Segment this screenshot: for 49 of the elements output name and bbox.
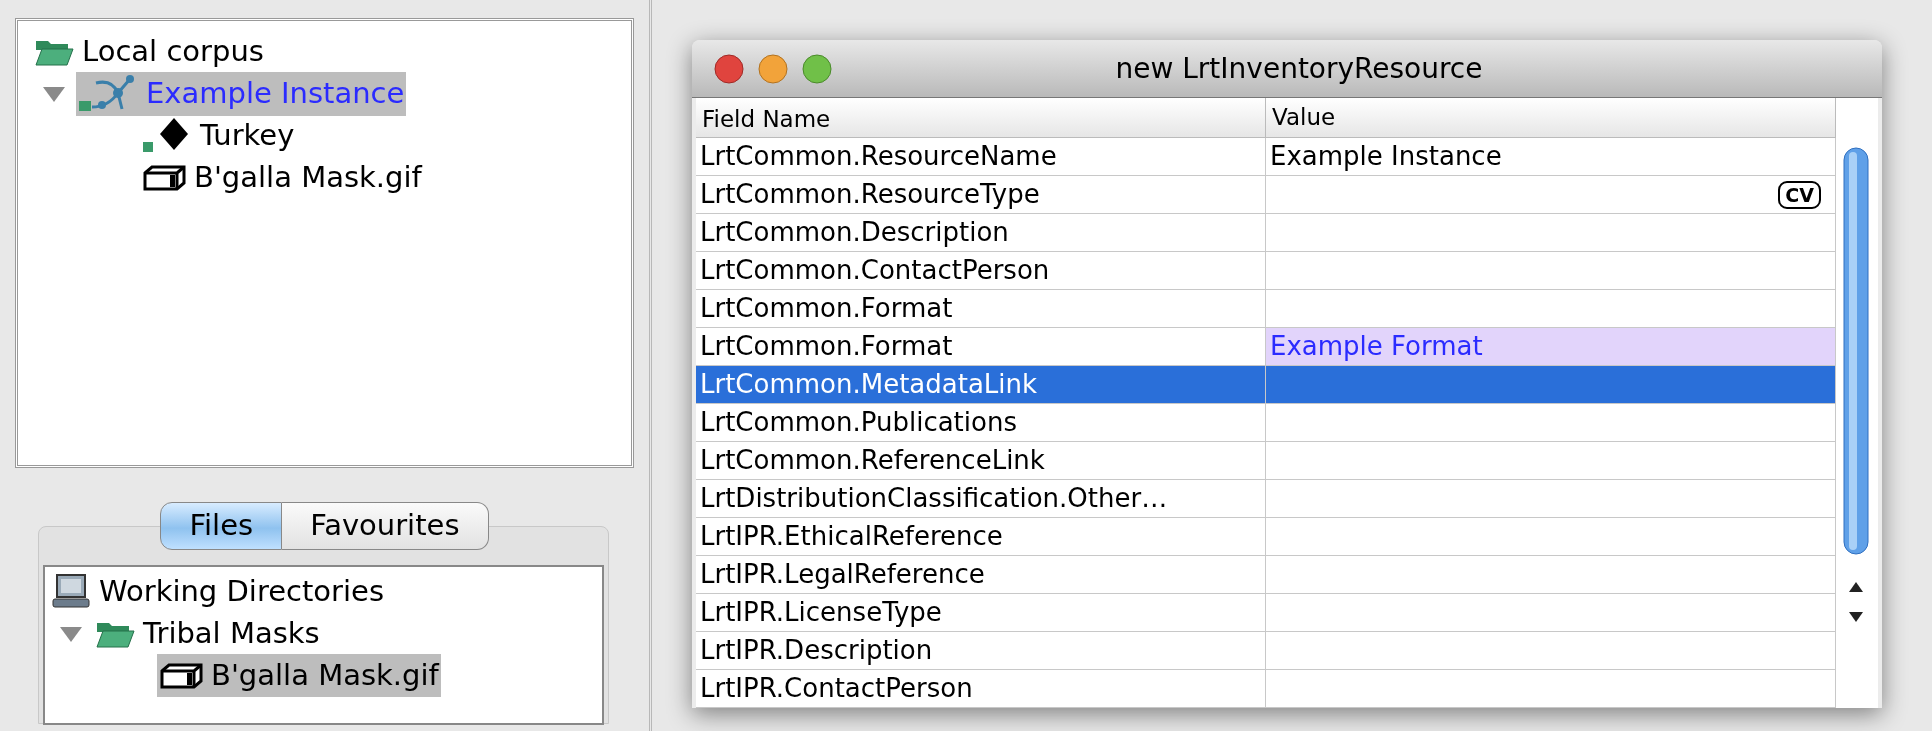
disclosure-triangle-icon[interactable] [41,84,67,104]
tab[interactable]: Favourites [282,502,489,550]
value-cell[interactable] [1266,404,1836,442]
field-name-cell[interactable]: LrtIPR.EthicalReference [696,518,1266,556]
field-name-cell[interactable]: LrtCommon.Publications [696,404,1266,442]
field-name-cell[interactable]: LrtCommon.ContactPerson [696,252,1266,290]
value-cell[interactable] [1266,442,1836,480]
field-name-cell[interactable]: LrtCommon.ResourceName [696,138,1266,176]
field-name-cell[interactable]: LrtCommon.MetadataLink [696,366,1266,404]
tree-item[interactable]: Tribal Masks [143,611,320,656]
value-cell[interactable] [1266,366,1836,404]
value-cell[interactable] [1266,480,1836,518]
value-cell[interactable] [1266,252,1836,290]
film-clip-icon [142,163,186,193]
field-name-cell[interactable]: LrtCommon.ResourceType [696,176,1266,214]
zoom-button[interactable] [802,53,832,84]
field-name-cell[interactable]: LrtCommon.ReferenceLink [696,442,1266,480]
tree-item[interactable]: B'galla Mask.gif [211,653,439,698]
value-text: Example Format [1270,330,1483,363]
field-name-cell[interactable]: LrtIPR.LegalReference [696,556,1266,594]
field-name-cell[interactable]: LrtIPR.ContactPerson [696,670,1266,708]
computer-icon [51,572,91,611]
value-text: Example Instance [1270,140,1502,173]
close-button[interactable] [714,53,744,84]
field-name-cell[interactable]: LrtDistributionClassification.Other… [696,480,1266,518]
tree-item[interactable]: Turkey [200,114,295,158]
field-name-cell[interactable]: LrtIPR.LicenseType [696,594,1266,632]
vocabulary-button[interactable]: CV [1778,180,1821,209]
value-cell[interactable] [1266,518,1836,556]
value-cell[interactable] [1266,556,1836,594]
tree-item[interactable]: Example Instance [146,72,405,116]
tree-item[interactable]: Working Directories [99,569,384,614]
value-cell[interactable]: Example Format [1266,328,1836,366]
value-cell[interactable] [1266,670,1836,708]
tree-item[interactable]: Local corpus [82,30,264,74]
value-cell[interactable]: Example Instance [1266,138,1836,176]
tree-item[interactable]: B'galla Mask.gif [194,156,422,200]
field-name-cell[interactable]: LrtIPR.Description [696,632,1266,670]
column-header[interactable]: Value [1266,98,1836,137]
minimize-button[interactable] [758,53,788,84]
window-title: new LrtInventoryResource [1114,50,1484,87]
field-name-cell[interactable]: LrtCommon.Format [696,290,1266,328]
field-name-cell[interactable]: LrtCommon.Description [696,214,1266,252]
value-cell[interactable] [1266,214,1836,252]
value-cell[interactable] [1266,594,1836,632]
column-header[interactable]: Field Name [696,98,1266,137]
tab[interactable]: Files [160,502,283,550]
value-cell[interactable]: CV [1266,176,1836,214]
value-cell[interactable] [1266,632,1836,670]
